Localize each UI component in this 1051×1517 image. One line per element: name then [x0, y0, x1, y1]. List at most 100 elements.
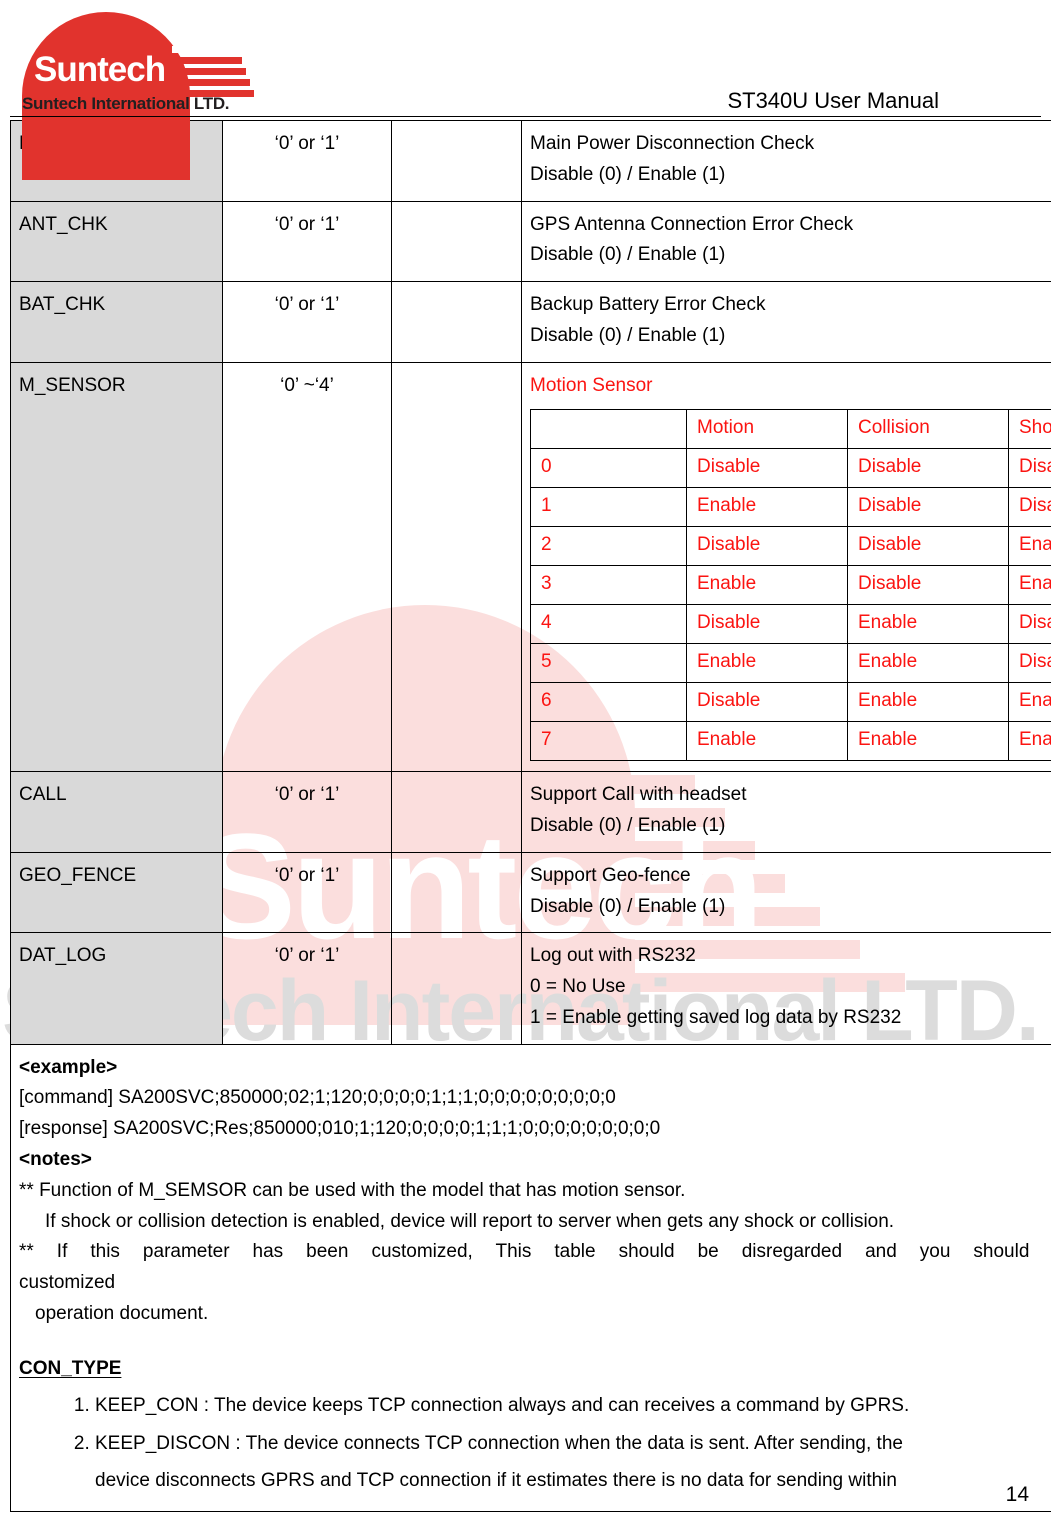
param-blank-cell — [391, 361, 522, 773]
example-response-line: [response] SA200SVC;Res;850000;010;1;120… — [19, 1114, 1051, 1145]
motion-value-cell: Enable — [847, 604, 1009, 645]
motion-value-cell: Disable — [847, 448, 1009, 489]
param-name: DAT_LOG — [19, 945, 107, 967]
desc-line: Disable (0) / Enable (1) — [530, 163, 726, 185]
con-item-continuation: device disconnects GPRS and TCP connecti… — [95, 1469, 897, 1491]
param-desc-cell: Motion Sensor Motion Collision Shock — [521, 361, 1051, 773]
notes-line-2: If shock or collision detection is enabl… — [45, 1210, 895, 1232]
response-label: [response] — [19, 1118, 108, 1140]
motion-row: 5 Enable Enable Disable — [530, 643, 1051, 684]
notes-line-1: ** Function of M_SEMSOR can be used with… — [19, 1179, 686, 1201]
desc-line: Main Power Disconnection Check — [530, 133, 815, 154]
notes-cell: <example> [command] SA200SVC;850000;02;1… — [10, 1043, 1051, 1512]
motion-index-cell: 6 — [530, 682, 687, 723]
document-page: Suntech Suntech International LTD. Sunte… — [0, 0, 1051, 1517]
param-name: GEO_FENCE — [19, 864, 137, 886]
param-desc-cell: Support Call with headset Disable (0) / … — [521, 771, 1051, 853]
motion-row: 2 Disable Disable Enable — [530, 526, 1051, 567]
example-command-line: [command] SA200SVC;850000;02;1;120;0;0;0… — [19, 1083, 1051, 1114]
motion-value-cell: Enable — [686, 643, 848, 684]
logo-bar — [162, 57, 242, 64]
motion-index-cell: 4 — [530, 604, 687, 645]
param-range: ‘0’ or ‘1’ — [274, 784, 340, 806]
param-name-cell: CALL — [10, 771, 223, 853]
table-row: DAT_LOG ‘0’ or ‘1’ Log out with RS232 0 … — [10, 932, 1051, 1045]
con-item-text: KEEP_DISCON : The device connects TCP co… — [95, 1433, 903, 1455]
motion-value-cell: Disable — [847, 526, 1009, 567]
param-range-cell: ‘0’ ~‘4’ — [222, 361, 392, 773]
motion-index-cell: 1 — [530, 487, 687, 528]
notes-line-5: operation document. — [35, 1302, 209, 1324]
motion-value-cell: Disable — [1008, 448, 1051, 489]
table-row-notes: <example> [command] SA200SVC;850000;02;1… — [10, 1043, 1051, 1512]
motion-index-cell: 7 — [530, 721, 687, 762]
param-blank-cell — [391, 771, 522, 853]
param-blank-cell — [391, 851, 522, 934]
param-range: ‘0’ or ‘1’ — [274, 213, 340, 235]
command-label: [command] — [19, 1087, 113, 1109]
table-row: GEO_FENCE ‘0’ or ‘1’ Support Geo-fence D… — [10, 851, 1051, 934]
param-name: ANT_CHK — [19, 213, 108, 235]
command-value: SA200SVC;850000;02;1;120;0;0;0;0;1;1;1;0… — [118, 1087, 616, 1109]
motion-row: 1 Enable Disable Disable — [530, 487, 1051, 528]
param-name-cell: ANT_CHK — [10, 200, 223, 283]
motion-value-cell: Disable — [686, 604, 848, 645]
logo-bar — [190, 24, 232, 31]
desc-line: 0 = No Use — [530, 976, 626, 998]
param-blank-cell — [391, 200, 522, 283]
desc-line: Support Call with headset — [530, 784, 747, 806]
parameter-table: MP_CHK ‘0’ or ‘1’ Main Power Disconnecti… — [10, 120, 1051, 1512]
motion-header-cell — [530, 409, 687, 450]
param-blank-cell — [391, 281, 522, 363]
motion-value-cell: Enable — [847, 721, 1009, 762]
param-range: ‘0’ or ‘1’ — [274, 945, 340, 967]
motion-value-cell: Enable — [686, 721, 848, 762]
motion-index-cell: 0 — [530, 448, 687, 489]
param-range: ‘0’ or ‘1’ — [274, 864, 340, 886]
con-type-heading-line: CON_TYPE — [19, 1354, 1051, 1385]
param-name-cell: M_SENSOR — [10, 361, 223, 773]
desc-line: Disable (0) / Enable (1) — [530, 244, 726, 266]
parameter-table-container: MP_CHK ‘0’ or ‘1’ Main Power Disconnecti… — [10, 120, 1051, 1512]
motion-index-cell: 2 — [530, 526, 687, 567]
con-item-text: KEEP_CON : The device keeps TCP connecti… — [95, 1395, 910, 1417]
motion-value-cell: Disable — [1008, 604, 1051, 645]
param-desc-cell: Support Geo-fence Disable (0) / Enable (… — [521, 851, 1051, 934]
logo-bar — [152, 68, 246, 75]
motion-row: 3 Enable Disable Enable — [530, 565, 1051, 606]
page-number: 14 — [1005, 1483, 1029, 1506]
motion-index-cell: 3 — [530, 565, 687, 606]
motion-value-cell: Disable — [686, 448, 848, 489]
table-row: CALL ‘0’ or ‘1’ Support Call with headse… — [10, 771, 1051, 853]
motion-row: 4 Disable Enable Disable — [530, 604, 1051, 645]
param-range-cell: ‘0’ or ‘1’ — [222, 771, 392, 853]
notes-heading: <notes> — [19, 1149, 92, 1171]
motion-value-cell: Enable — [847, 682, 1009, 723]
param-range: ‘0’ ~‘4’ — [280, 374, 334, 396]
motion-header-cell: Shock — [1008, 409, 1051, 450]
desc-line: Log out with RS232 — [530, 945, 696, 967]
motion-index-cell: 5 — [530, 643, 687, 684]
suntech-logo: Suntech Suntech International LTD. — [22, 6, 262, 180]
motion-sensor-title: Motion Sensor — [530, 374, 653, 396]
notes-line-3: ** If this parameter has been customized… — [19, 1241, 1051, 1263]
response-value: SA200SVC;Res;850000;010;1;120;0;0;0;0;1;… — [113, 1118, 661, 1140]
table-row: BAT_CHK ‘0’ or ‘1’ Backup Battery Error … — [10, 281, 1051, 363]
motion-value-cell: Disable — [847, 565, 1009, 606]
param-range-cell: ‘0’ or ‘1’ — [222, 932, 392, 1045]
example-heading: <example> — [19, 1056, 118, 1078]
table-row: ANT_CHK ‘0’ or ‘1’ GPS Antenna Connectio… — [10, 200, 1051, 283]
param-name-cell: GEO_FENCE — [10, 851, 223, 934]
table-row: M_SENSOR ‘0’ ~‘4’ Motion Sensor Motion C… — [10, 361, 1051, 773]
motion-value-cell: Enable — [1008, 721, 1051, 762]
param-range: ‘0’ or ‘1’ — [274, 133, 340, 154]
motion-value-cell: Disable — [1008, 643, 1051, 684]
motion-row: 7 Enable Enable Enable — [530, 721, 1051, 762]
param-range-cell: ‘0’ or ‘1’ — [222, 120, 392, 202]
motion-value-cell: Enable — [686, 565, 848, 606]
motion-value-cell: Disable — [1008, 487, 1051, 528]
desc-line: Support Geo-fence — [530, 864, 691, 886]
manual-title: ST340U User Manual — [727, 88, 939, 113]
param-blank-cell — [391, 120, 522, 202]
motion-header-cell: Collision — [847, 409, 1009, 450]
